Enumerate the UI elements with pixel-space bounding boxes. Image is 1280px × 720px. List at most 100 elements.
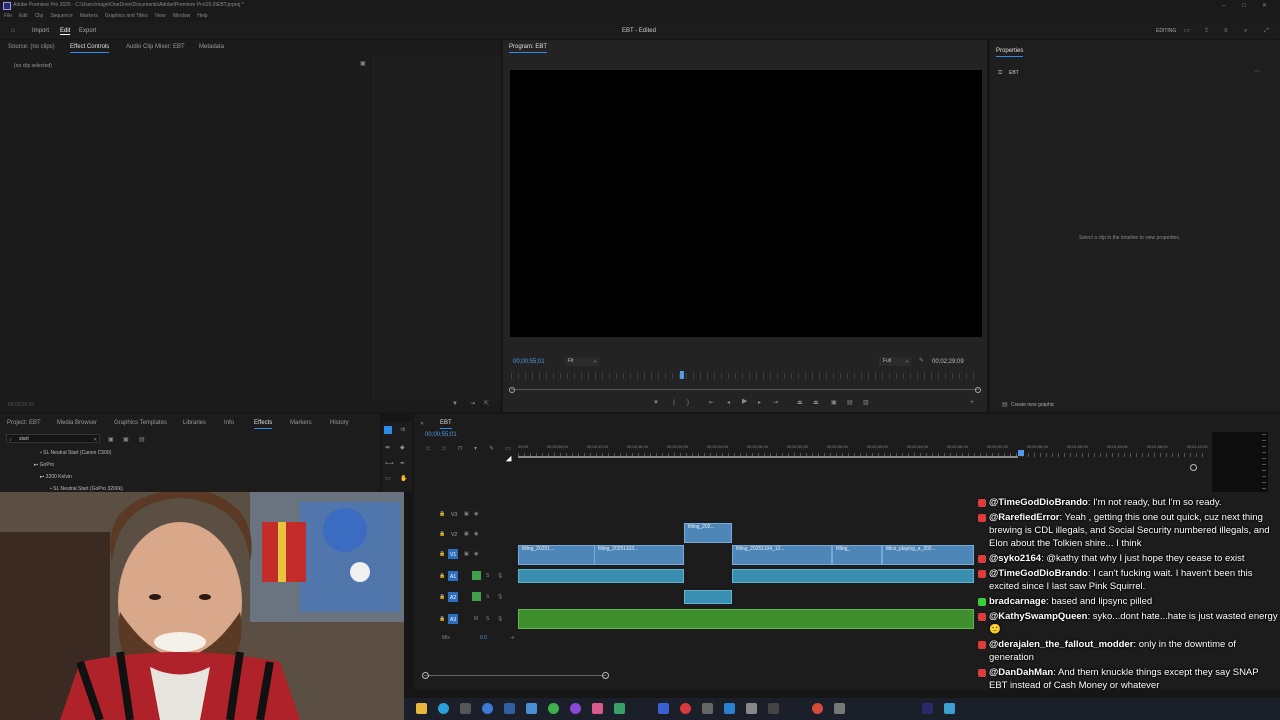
microphone-icon[interactable]: 🎙	[497, 616, 503, 622]
scroll-handle-left[interactable]	[509, 387, 515, 393]
clip-a1[interactable]	[518, 569, 684, 583]
ripple-edit-icon[interactable]: ⇼	[385, 444, 390, 452]
nav-import[interactable]: Import	[32, 28, 49, 34]
track-select-icon[interactable]: ⇉	[400, 426, 405, 434]
clip-v2[interactable]: filling_202...	[684, 523, 732, 543]
step-forward-icon[interactable]: ▸	[758, 399, 761, 407]
timeline-ruler[interactable]: 00;00 00;00;08;00 00;00;12;00 00;00;16;0…	[518, 444, 1208, 458]
clip-v1[interactable]: Mics_playing_a_202...	[882, 545, 974, 565]
tab-program[interactable]: Program: EBT	[509, 44, 548, 53]
nav-edit[interactable]: Edit	[60, 28, 71, 35]
app-icon[interactable]	[526, 703, 537, 714]
solo-icon[interactable]: S	[486, 616, 489, 622]
app-icon[interactable]	[812, 703, 823, 714]
sync-lock-icon[interactable]: ▣	[464, 531, 469, 537]
add-button-icon[interactable]: +	[970, 399, 974, 407]
search-icon[interactable]: ⌕	[1244, 27, 1247, 35]
work-area-bar[interactable]	[518, 456, 1018, 458]
step-back-icon[interactable]: ◂	[727, 399, 730, 407]
wrench-icon[interactable]: ✎	[489, 445, 494, 453]
mark-out-icon[interactable]: }	[687, 399, 689, 407]
multicam-icon[interactable]: ▥	[863, 399, 869, 407]
folder-icon[interactable]	[416, 703, 427, 714]
go-to-in-icon[interactable]: ⇤	[709, 399, 714, 407]
mark-in-icon[interactable]: {	[673, 399, 675, 407]
app-icon[interactable]	[570, 703, 581, 714]
go-to-out-icon[interactable]: ⇥	[773, 399, 778, 407]
menu-view[interactable]: View	[155, 13, 166, 19]
zoom-handle-right[interactable]	[602, 672, 609, 679]
clear-icon[interactable]: ✕	[93, 436, 97, 444]
tree-folder[interactable]: ▸▪ GoPro	[34, 462, 54, 468]
hand-icon[interactable]: ✋	[400, 475, 407, 483]
eye-icon[interactable]: ◉	[474, 511, 478, 517]
filter-icon[interactable]: ▼	[452, 400, 458, 408]
clip-v1[interactable]: filling_	[832, 545, 882, 565]
program-scrollbar[interactable]	[511, 389, 979, 390]
solo-icon[interactable]: S	[486, 573, 489, 579]
snap-icon[interactable]: ⊂	[426, 445, 431, 453]
app-icon[interactable]	[614, 703, 625, 714]
microphone-icon[interactable]: 🎙	[497, 594, 503, 600]
mute-button[interactable]	[472, 592, 481, 601]
tab-effect-controls[interactable]: Effect Controls	[70, 44, 110, 53]
eye-icon[interactable]: ◉	[474, 531, 478, 537]
slip-icon[interactable]: ⟷	[385, 460, 394, 468]
timeline-zoom-bar[interactable]	[424, 675, 606, 676]
pen-icon[interactable]: ✒	[400, 460, 405, 468]
menu-window[interactable]: Window	[172, 13, 190, 19]
extract-icon[interactable]: ⏏	[813, 399, 819, 407]
expand-icon[interactable]: ⇱	[484, 400, 489, 408]
solo-icon[interactable]: S	[486, 594, 489, 600]
menu-help[interactable]: Help	[197, 13, 207, 19]
menu-graphics[interactable]: Graphics and Titles	[105, 13, 148, 19]
close-icon[interactable]: ✕	[1262, 2, 1267, 10]
close-sequence-icon[interactable]: ✕	[420, 420, 424, 428]
edge-icon[interactable]	[438, 703, 449, 714]
clip-a2[interactable]	[684, 590, 732, 604]
app-icon[interactable]	[482, 703, 493, 714]
app-icon[interactable]	[922, 703, 933, 714]
menu-sequence[interactable]: Sequence	[50, 13, 73, 19]
lock-icon[interactable]: 🔒	[439, 616, 445, 622]
mute-icon[interactable]: M	[474, 616, 478, 622]
tab-history[interactable]: History	[330, 420, 349, 426]
linked-select-icon[interactable]: ⊃	[441, 445, 446, 453]
tab-sequence[interactable]: EBT	[440, 420, 452, 429]
create-graphic-button[interactable]: Create new graphic	[1011, 402, 1054, 408]
rectangle-icon[interactable]: ▭	[385, 475, 391, 483]
tab-properties[interactable]: Properties	[996, 48, 1024, 57]
wrench-icon[interactable]: ✎	[919, 357, 924, 365]
preset-bin-icon[interactable]: ▣	[108, 436, 114, 444]
app-icon[interactable]	[460, 703, 471, 714]
clip-a3[interactable]	[518, 609, 974, 629]
more-icon[interactable]: ⋯	[1254, 68, 1260, 76]
program-viewer[interactable]	[510, 70, 982, 337]
selection-tool-icon[interactable]	[384, 426, 392, 434]
nav-export[interactable]: Export	[79, 28, 96, 34]
menu-file[interactable]: File	[4, 13, 12, 19]
tab-metadata[interactable]: Metadata	[199, 44, 224, 50]
program-playhead[interactable]	[680, 371, 684, 379]
maximize-icon[interactable]: □	[1242, 2, 1246, 10]
timeline-timecode[interactable]: 00;00;55;01	[425, 432, 457, 438]
app-icon[interactable]	[768, 703, 779, 714]
tab-markers[interactable]: Markers	[290, 420, 312, 426]
clip-a1[interactable]	[732, 569, 974, 583]
compare-icon[interactable]: ▤	[847, 399, 853, 407]
tab-graphics-templates[interactable]: Graphics Templates	[114, 420, 167, 426]
clip-v1[interactable]: filling_20251104_12...	[732, 545, 832, 565]
tab-audio-clip-mixer[interactable]: Audio Clip Mixer: EBT	[126, 44, 185, 50]
app-icon[interactable]	[944, 703, 955, 714]
panel-icon[interactable]: ▭	[1184, 27, 1190, 35]
app-icon[interactable]	[746, 703, 757, 714]
camera-icon[interactable]: ▣	[831, 399, 837, 407]
app-icon[interactable]	[724, 703, 735, 714]
minimize-icon[interactable]: –	[1222, 2, 1225, 10]
lock-icon[interactable]: 🔒	[439, 531, 445, 537]
delete-icon[interactable]: ▤	[139, 436, 145, 444]
app-icon[interactable]	[504, 703, 515, 714]
clip-v1[interactable]: filling_20251103...	[594, 545, 684, 565]
lock-icon[interactable]: 🔒	[439, 511, 445, 517]
tree-folder[interactable]: ▸▪ 3200 Kelvin	[40, 474, 72, 480]
